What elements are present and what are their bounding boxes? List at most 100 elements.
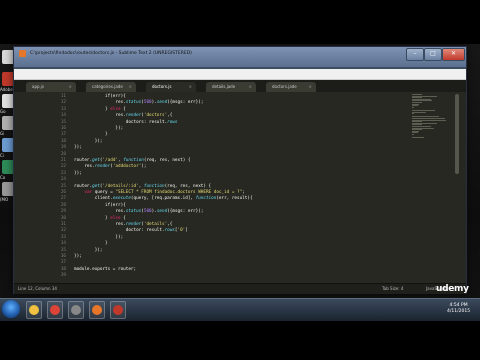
- taskbar-sublime-button[interactable]: [89, 301, 105, 319]
- code-line[interactable]: 12 res.status(500).send({msgs: err});: [14, 100, 414, 106]
- line-number: 37: [60, 260, 66, 266]
- tab-close-icon[interactable]: ×: [69, 82, 72, 92]
- code-text: if(err){: [74, 202, 126, 208]
- tab-doctors-jade[interactable]: doctors.jade ×: [266, 82, 316, 92]
- code-text: res.status(500).send({msgs: err});: [74, 209, 204, 215]
- line-number: 18: [60, 138, 66, 144]
- code-line[interactable]: 15 doctors: result.rows: [14, 120, 414, 126]
- minimap[interactable]: [412, 94, 448, 144]
- tab-close-icon[interactable]: ×: [189, 82, 192, 92]
- minimap-line: [412, 113, 414, 115]
- start-button[interactable]: [2, 300, 20, 318]
- code-text: });: [74, 145, 82, 151]
- minimize-button[interactable]: –: [406, 48, 424, 61]
- line-number: 15: [60, 119, 66, 125]
- tab-doctors-js[interactable]: doctors.js ×: [146, 82, 196, 92]
- code-line[interactable]: 22 res.render('adddoctor');: [14, 164, 414, 170]
- code-line[interactable]: 19});: [14, 145, 414, 151]
- code-line[interactable]: 36});: [14, 254, 414, 260]
- code-text: });: [74, 254, 82, 259]
- minimap-line: [412, 134, 414, 135]
- line-number: 39: [60, 273, 66, 279]
- status-bar: Line 12, Column 34 Tab Size: 4 JavaScrip…: [14, 283, 466, 294]
- sublime-icon: [92, 305, 102, 315]
- git-icon: [113, 305, 123, 315]
- code-line[interactable]: 17 }: [14, 132, 414, 138]
- tab-app-js[interactable]: app.js ×: [26, 82, 76, 92]
- taskbar: 4:54 PM 4/11/2015: [0, 298, 480, 321]
- code-line[interactable]: 20: [14, 152, 414, 158]
- window-title: C:\projects\findadoc\routes\doctors.js -…: [30, 51, 192, 56]
- code-line[interactable]: 24: [14, 177, 414, 183]
- line-number: 12: [60, 100, 66, 106]
- line-number: 22: [60, 164, 66, 170]
- code-text: client.execute(query, [req.params.id], f…: [74, 196, 253, 202]
- vertical-scrollbar[interactable]: [454, 92, 460, 283]
- tab-categories-jade[interactable]: categories.jade ×: [86, 82, 136, 92]
- sublime-app-icon: [19, 50, 26, 57]
- code-line[interactable]: 28 if(err){: [14, 203, 414, 209]
- line-number: 34: [60, 241, 66, 247]
- tab-details-jade[interactable]: details.jade ×: [206, 82, 256, 92]
- code-editor[interactable]: 11 if(err){12 res.status(500).send({msgs…: [14, 92, 466, 283]
- taskbar-explorer-button[interactable]: [26, 301, 42, 319]
- line-number: 24: [60, 177, 66, 183]
- code-line[interactable]: 35 });: [14, 248, 414, 254]
- code-line[interactable]: 37: [14, 260, 414, 266]
- tab-bar: app.js × categories.jade × doctors.js × detail…: [14, 80, 466, 92]
- clock-date: 4/11/2015: [447, 309, 471, 314]
- editor-window: C:\projects\findadoc\routes\doctors.js -…: [13, 46, 467, 294]
- code-text: res.render('adddoctor');: [74, 164, 147, 170]
- line-number: 14: [60, 113, 66, 119]
- code-line[interactable]: 14 res.render('doctors',{: [14, 113, 414, 119]
- code-text: }: [74, 241, 108, 247]
- code-text: } else {: [74, 106, 126, 112]
- taskbar-chrome-button[interactable]: [47, 301, 63, 319]
- code-line[interactable]: 27 client.execute(query, [req.params.id]…: [14, 196, 414, 202]
- line-number: 20: [60, 151, 66, 157]
- code-line[interactable]: 30 } else {: [14, 216, 414, 222]
- code-line[interactable]: 32 doctor: result.rows['0']: [14, 228, 414, 234]
- clock[interactable]: 4:54 PM 4/11/2015: [447, 303, 470, 315]
- udemy-watermark: udemy: [436, 284, 469, 294]
- code-text: doctor: result.rows['0']: [74, 228, 188, 234]
- code-line[interactable]: 23});: [14, 171, 414, 177]
- line-number: 33: [60, 234, 66, 240]
- code-line[interactable]: 39: [14, 273, 414, 279]
- desktop-shortcut-label: Co: [0, 175, 6, 180]
- taskbar-git-button[interactable]: [110, 301, 126, 319]
- line-number: 30: [60, 215, 66, 221]
- code-line[interactable]: 33 });: [14, 235, 414, 241]
- title-bar[interactable]: C:\projects\findadoc\routes\doctors.js -…: [14, 47, 466, 67]
- code-line[interactable]: 34 }: [14, 241, 414, 247]
- line-number: 25: [60, 183, 66, 189]
- minimap-line: [412, 111, 426, 113]
- line-number: 32: [60, 228, 66, 234]
- desktop-shortcut-label: Gi: [0, 131, 5, 136]
- line-number: 23: [60, 170, 66, 176]
- code-line[interactable]: 29 res.status(500).send({msgs: err});: [14, 209, 414, 215]
- code-line[interactable]: 38 module.exports = router;: [14, 267, 414, 273]
- code-text: } else {: [74, 215, 126, 221]
- tab-label: doctors.jade: [272, 84, 297, 89]
- tab-label: doctors.js: [152, 84, 172, 89]
- code-line[interactable]: 18 });: [14, 139, 414, 145]
- tab-close-icon[interactable]: ×: [309, 82, 312, 92]
- tab-size[interactable]: Tab Size: 4: [382, 286, 403, 291]
- code-text: res.status(500).send({msgs: err});: [74, 100, 204, 106]
- chrome-icon: [50, 305, 60, 315]
- line-number: 35: [60, 247, 66, 253]
- desktop-shortcut-label: Adobe: [0, 87, 13, 92]
- code-line[interactable]: 25 router.get('/details/:id', function(re…: [14, 184, 414, 190]
- tab-close-icon[interactable]: ×: [129, 82, 132, 92]
- tab-close-icon[interactable]: ×: [249, 82, 252, 92]
- code-line[interactable]: 13 } else {: [14, 107, 414, 113]
- close-button[interactable]: ✕: [442, 48, 465, 61]
- maximize-button[interactable]: □: [424, 48, 442, 61]
- tab-label: details.jade: [212, 84, 236, 89]
- taskbar-media-button[interactable]: [68, 301, 84, 319]
- media-icon: [71, 305, 81, 315]
- code-text: }: [74, 132, 108, 138]
- scroll-thumb[interactable]: [455, 94, 459, 174]
- line-number: 27: [60, 196, 66, 202]
